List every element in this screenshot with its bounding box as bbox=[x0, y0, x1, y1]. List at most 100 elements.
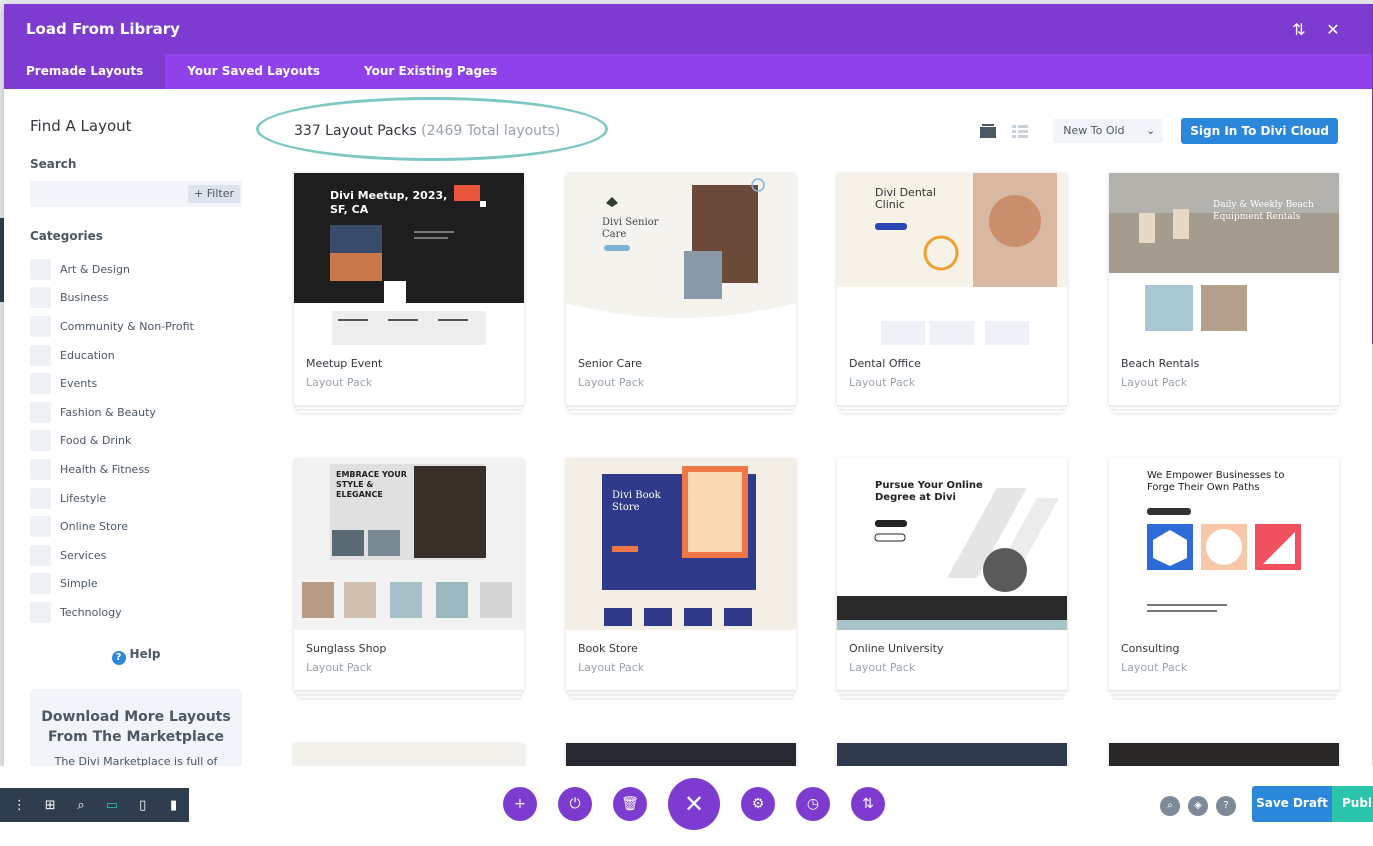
layout-card-partial[interactable] bbox=[837, 743, 1067, 766]
sort-select[interactable]: New To Old ⌄ bbox=[1053, 119, 1164, 143]
layout-toolbar: 337 Layout Packs (2469 Total layouts) Ne… bbox=[256, 97, 1338, 161]
layout-card-consulting[interactable]: We Empower Businesses to Forge Their Own… bbox=[1109, 458, 1339, 698]
wireframe-icon[interactable]: ⊞ bbox=[35, 798, 66, 813]
tab-premade-layouts[interactable]: Premade Layouts bbox=[4, 54, 166, 89]
layout-card-dental-office[interactable]: Divi Dental Clinic Dental Office Layout … bbox=[837, 173, 1067, 413]
marketplace-text: The Divi Marketplace is full of bbox=[54, 754, 218, 766]
category-label: Business bbox=[60, 291, 109, 305]
gear-icon[interactable]: ⚙ bbox=[741, 787, 775, 821]
category-technology[interactable]: Technology bbox=[30, 598, 250, 627]
category-checkbox[interactable] bbox=[30, 344, 51, 366]
thumbnail-title: Divi Dental Clinic bbox=[875, 186, 936, 211]
layout-card-partial[interactable] bbox=[566, 743, 796, 766]
modal-title: Load From Library bbox=[26, 20, 180, 38]
category-checkbox[interactable] bbox=[30, 573, 51, 595]
help-label: Help bbox=[129, 646, 161, 661]
category-label: Community & Non-Profit bbox=[60, 319, 194, 333]
sign-in-divi-cloud-button[interactable]: Sign In To Divi Cloud bbox=[1181, 118, 1338, 144]
more-options-icon[interactable]: ⋮ bbox=[4, 798, 35, 813]
category-checkbox[interactable] bbox=[30, 287, 51, 309]
trash-icon[interactable]: 🗑 bbox=[613, 787, 647, 821]
category-checkbox[interactable] bbox=[30, 487, 51, 509]
category-events[interactable]: Events bbox=[30, 369, 250, 398]
card-subtitle: Layout Pack bbox=[1121, 376, 1188, 389]
layout-card-book-store[interactable]: Divi Book Store Book Store Layout Pack bbox=[566, 458, 796, 698]
layout-card-senior-care[interactable]: Divi Senior Care Senior Care Layout Pack bbox=[566, 173, 796, 413]
category-checkbox[interactable] bbox=[30, 544, 51, 566]
card-name: Meetup Event bbox=[306, 357, 383, 370]
filter-button[interactable]: + Filter bbox=[188, 185, 240, 203]
help-link[interactable]: ? Help bbox=[30, 647, 242, 665]
layout-thumbnail: Daily & Weekly Beach Equipment Rentals bbox=[1109, 173, 1339, 345]
sort-value: New To Old bbox=[1063, 124, 1125, 137]
category-checkbox[interactable] bbox=[30, 258, 51, 280]
category-checkbox[interactable] bbox=[30, 458, 51, 480]
layout-thumbnail: We Empower Businesses to Forge Their Own… bbox=[1109, 458, 1339, 630]
layout-card-beach-rentals[interactable]: Daily & Weekly Beach Equipment Rentals B… bbox=[1109, 173, 1339, 413]
save-draft-button[interactable]: Save Draft bbox=[1252, 786, 1332, 822]
desktop-view-icon[interactable]: ▭ bbox=[96, 798, 127, 813]
thumbnail-title: Pursue Your Online Degree at Divi bbox=[875, 480, 983, 503]
card-subtitle: Layout Pack bbox=[849, 661, 916, 674]
category-label: Services bbox=[60, 548, 107, 562]
category-label: Technology bbox=[60, 605, 122, 619]
category-checkbox[interactable] bbox=[30, 516, 51, 538]
category-checkbox[interactable] bbox=[30, 373, 51, 395]
search-icon[interactable]: ⌕ bbox=[1160, 796, 1180, 816]
chevron-down-icon: ⌄ bbox=[1146, 124, 1156, 137]
card-subtitle: Layout Pack bbox=[1121, 661, 1188, 674]
history-icon[interactable]: ◷ bbox=[796, 787, 830, 821]
thumbnail-title: Divi Senior Care bbox=[602, 217, 659, 240]
category-community-non-profit[interactable]: Community & Non-Profit bbox=[30, 312, 250, 341]
category-services[interactable]: Services bbox=[30, 541, 250, 570]
category-simple[interactable]: Simple bbox=[30, 570, 250, 599]
layers-icon[interactable]: ◈ bbox=[1188, 796, 1208, 816]
category-health-fitness[interactable]: Health & Fitness bbox=[30, 455, 250, 484]
thumbnail-title: Daily & Weekly Beach Equipment Rentals bbox=[1213, 200, 1314, 222]
layout-card-meetup-event[interactable]: Divi Meetup, 2023, SF, CA Meetup Event L… bbox=[294, 173, 524, 413]
load-layout-icon[interactable]: ⏻ bbox=[558, 787, 592, 821]
help-icon[interactable]: ? bbox=[1216, 796, 1236, 816]
layout-card-online-university[interactable]: Pursue Your Online Degree at Divi Online… bbox=[837, 458, 1067, 698]
tab-saved-layouts[interactable]: Your Saved Layouts bbox=[165, 54, 342, 89]
sort-arrows-icon[interactable]: ⇅ bbox=[1282, 20, 1316, 39]
card-subtitle: Layout Pack bbox=[306, 661, 373, 674]
close-settings-icon[interactable]: ✕ bbox=[668, 778, 720, 830]
category-label: Events bbox=[60, 377, 98, 391]
tab-existing-pages[interactable]: Your Existing Pages bbox=[342, 54, 519, 89]
card-name: Senior Care bbox=[578, 357, 642, 370]
grid-view-icon[interactable] bbox=[979, 123, 997, 139]
sidebar: Find A Layout Search + Filter Categories… bbox=[4, 89, 250, 766]
category-checkbox[interactable] bbox=[30, 315, 51, 337]
publish-button[interactable]: Publish bbox=[1332, 786, 1373, 822]
category-food-drink[interactable]: Food & Drink bbox=[30, 427, 250, 456]
category-label: Lifestyle bbox=[60, 491, 107, 505]
layout-card-partial[interactable] bbox=[294, 743, 524, 766]
category-fashion-beauty[interactable]: Fashion & Beauty bbox=[30, 398, 250, 427]
category-checkbox[interactable] bbox=[30, 430, 51, 452]
total-layouts: (2469 Total layouts) bbox=[421, 123, 561, 139]
close-icon[interactable]: ✕ bbox=[1316, 20, 1350, 39]
thumbnail-title: Divi Book Store bbox=[612, 490, 661, 513]
category-checkbox[interactable] bbox=[30, 401, 51, 423]
category-checkbox[interactable] bbox=[30, 601, 51, 623]
right-toolbar: ⌕ ◈ ? bbox=[1160, 796, 1244, 816]
category-lifestyle[interactable]: Lifestyle bbox=[30, 484, 250, 513]
list-view-icon[interactable] bbox=[1011, 123, 1029, 139]
category-business[interactable]: Business bbox=[30, 284, 250, 313]
layout-card-sunglass-shop[interactable]: EMBRACE YOUR STYLE & ELEGANCE Sunglass S… bbox=[294, 458, 524, 698]
layout-thumbnail bbox=[837, 743, 1067, 766]
layout-card-partial[interactable] bbox=[1109, 743, 1339, 766]
phone-view-icon[interactable]: ▮ bbox=[158, 798, 189, 813]
search-input[interactable] bbox=[30, 181, 190, 207]
category-online-store[interactable]: Online Store bbox=[30, 512, 250, 541]
layout-count: 337 Layout Packs (2469 Total layouts) bbox=[294, 123, 979, 139]
tablet-view-icon[interactable]: ▯ bbox=[127, 798, 158, 813]
category-education[interactable]: Education bbox=[30, 341, 250, 370]
view-mode-toolbar: ⋮ ⊞ ⌕ ▭ ▯ ▮ bbox=[0, 788, 189, 822]
category-art-design[interactable]: Art & Design bbox=[30, 255, 250, 284]
add-icon[interactable]: + bbox=[503, 787, 537, 821]
portability-icon[interactable]: ⇅ bbox=[851, 787, 885, 821]
zoom-icon[interactable]: ⌕ bbox=[66, 798, 97, 813]
category-label: Health & Fitness bbox=[60, 462, 150, 476]
